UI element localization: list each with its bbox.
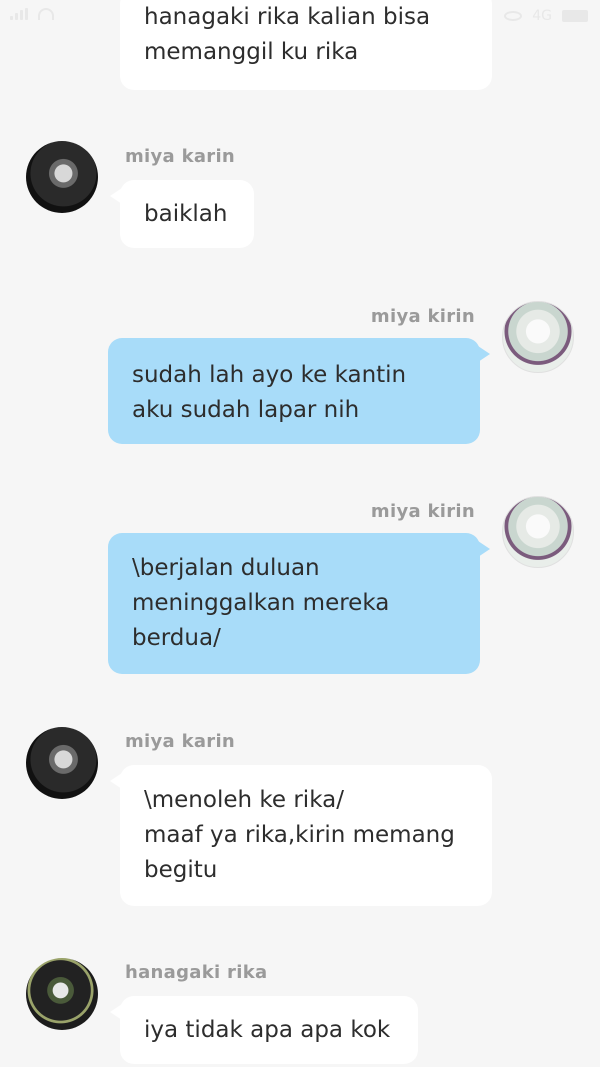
avatar-hanagaki-rika[interactable]	[26, 958, 98, 1030]
message-text: meninggalkan mereka	[132, 590, 390, 616]
sender-name: miya kirin	[370, 501, 475, 522]
avatar-miya-karin[interactable]	[26, 727, 98, 799]
sender-name: miya karin	[125, 146, 236, 167]
message-text: \menoleh ke rika/	[144, 787, 344, 813]
message-text: memanggil ku rika	[144, 39, 359, 65]
message-text: baiklah	[144, 201, 228, 227]
message-bubble[interactable]: \berjalan duluan meninggalkan mereka ber…	[108, 533, 490, 674]
sender-name: miya kirin	[370, 306, 475, 327]
network-label: 4G	[532, 8, 552, 24]
message-bubble[interactable]: iya tidak apa apa kok	[110, 996, 418, 1064]
avatar-miya-kirin[interactable]	[502, 301, 574, 373]
message-text: \berjalan duluan	[132, 555, 320, 581]
message-text: iya tidak apa apa kok	[144, 1017, 391, 1043]
message-text: aku sudah lapar nih	[132, 397, 360, 423]
status-bar: 4G	[0, 0, 600, 30]
sender-name: miya karin	[125, 731, 236, 752]
eye-icon	[504, 11, 523, 21]
sender-name: hanagaki rika	[125, 962, 268, 983]
wifi-icon	[38, 8, 54, 20]
avatar-miya-karin[interactable]	[26, 141, 98, 213]
message-text: begitu	[144, 857, 218, 883]
message-text: sudah lah ayo ke kantin	[132, 362, 407, 388]
message-bubble[interactable]: baiklah	[110, 180, 254, 248]
message-text: maaf ya rika,kirin memang	[144, 822, 455, 848]
avatar-miya-kirin[interactable]	[502, 496, 574, 568]
battery-icon	[562, 10, 588, 22]
message-bubble[interactable]: sudah lah ayo ke kantin aku sudah lapar …	[108, 338, 490, 444]
signal-icon	[10, 8, 32, 20]
message-bubble[interactable]: \menoleh ke rika/ maaf ya rika,kirin mem…	[110, 765, 492, 906]
message-text: berdua/	[132, 625, 221, 651]
